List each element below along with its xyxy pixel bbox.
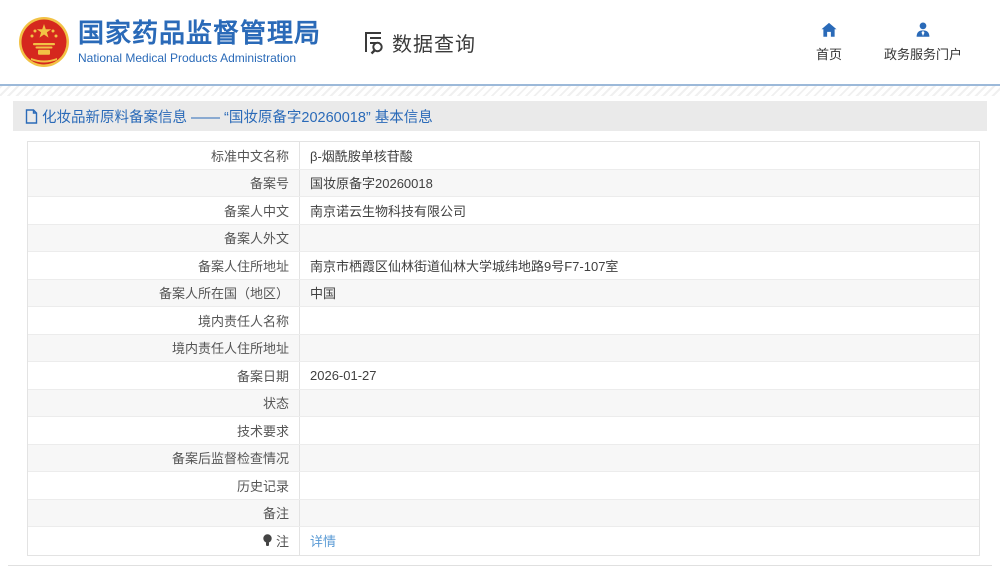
row-value bbox=[300, 500, 979, 527]
row-label: 备案人所在国（地区） bbox=[28, 279, 300, 306]
table-row: 备注 bbox=[28, 499, 979, 527]
row-value: 国妆原备字20260018 bbox=[310, 176, 433, 192]
row-label-text: 备案人住所地址 bbox=[197, 258, 289, 274]
row-label-text: 状态 bbox=[262, 396, 289, 412]
row-label-text: 注 bbox=[275, 534, 289, 550]
row-value: 2026-01-27 bbox=[310, 367, 377, 383]
page-title: 化妆品新原料备案信息 —— “国妆原备字20260018” 基本信息 bbox=[42, 109, 433, 126]
row-label: 注 bbox=[28, 527, 300, 555]
row-label-text: 备案人外文 bbox=[223, 231, 289, 247]
national-emblem-logo bbox=[19, 17, 69, 67]
table-row: 境内责任人名称 bbox=[28, 307, 979, 335]
row-label: 标准中文名称 bbox=[28, 142, 300, 169]
row-label: 技术要求 bbox=[28, 417, 300, 444]
home-icon bbox=[821, 22, 837, 37]
row-label-text: 备案日期 bbox=[236, 368, 289, 384]
row-value bbox=[300, 390, 979, 417]
table-row: 状态 bbox=[28, 389, 979, 417]
row-value bbox=[300, 417, 979, 444]
footer-divider bbox=[8, 564, 992, 566]
data-query-label: 数据查询 bbox=[392, 33, 477, 56]
row-label-text: 境内责任人名称 bbox=[197, 313, 289, 329]
row-label: 备注 bbox=[28, 499, 300, 526]
table-row: 备案人中文 南京诺云生物科技有限公司 bbox=[28, 197, 979, 225]
data-query-section[interactable]: 数据查询 bbox=[361, 28, 476, 57]
row-label-text: 备案号 bbox=[249, 176, 289, 192]
title-bar: 化妆品新原料备案信息 —— “国妆原备字20260018” 基本信息 bbox=[13, 101, 987, 131]
org-name-zh: 国家药品监督管理局 bbox=[78, 18, 322, 49]
row-label-text: 境内责任人住所地址 bbox=[171, 341, 289, 357]
nav-home-label: 首页 bbox=[815, 47, 842, 62]
table-row: 备案后监督检查情况 bbox=[28, 444, 979, 472]
row-value bbox=[300, 472, 979, 499]
row-value: 南京市栖霞区仙林街道仙林大学城纬地路9号F7-107室 bbox=[310, 258, 619, 274]
table-row: 历史记录 bbox=[28, 472, 979, 500]
row-value bbox=[300, 445, 979, 472]
row-label-text: 历史记录 bbox=[236, 478, 289, 494]
header-nav: 首页 政务服务门户 bbox=[816, 21, 962, 63]
row-label-text: 标准中文名称 bbox=[210, 148, 289, 164]
table-row: 标准中文名称 β-烟酰胺单核苷酸 bbox=[28, 142, 979, 170]
page-header: 国家药品监督管理局 National Medical Products Admi… bbox=[0, 0, 1000, 84]
nav-portal-label: 政务服务门户 bbox=[883, 47, 962, 62]
header-divider bbox=[0, 84, 1000, 96]
row-label: 境内责任人名称 bbox=[28, 307, 300, 334]
document-icon bbox=[25, 108, 38, 124]
row-value: 中国 bbox=[310, 286, 337, 302]
row-value: β-烟酰胺单核苷酸 bbox=[310, 148, 413, 164]
nav-home[interactable]: 首页 bbox=[816, 21, 842, 63]
table-row: 备案号 国妆原备字20260018 bbox=[28, 169, 979, 197]
row-value: 详情 bbox=[300, 527, 979, 555]
row-label: 备案人外文 bbox=[28, 224, 300, 251]
row-label: 备案人住所地址 bbox=[28, 252, 300, 279]
row-label: 备案日期 bbox=[28, 362, 300, 389]
table-row: 备案人外文 bbox=[28, 224, 979, 252]
detail-link[interactable]: 详情 bbox=[310, 531, 336, 550]
row-label-text: 备案人中文 bbox=[223, 203, 289, 219]
row-label-text: 备注 bbox=[262, 506, 289, 522]
row-label-text: 技术要求 bbox=[236, 423, 289, 439]
table-row: 备案日期 2026-01-27 bbox=[28, 362, 979, 390]
row-value: 南京诺云生物科技有限公司 bbox=[310, 203, 467, 219]
row-label-text: 备案后监督检查情况 bbox=[171, 451, 289, 467]
person-icon bbox=[916, 22, 930, 37]
table-row: 备案人所在国（地区） 中国 bbox=[28, 279, 979, 307]
org-titles: 国家药品监督管理局 National Medical Products Admi… bbox=[78, 18, 322, 65]
table-row: 境内责任人住所地址 bbox=[28, 334, 979, 362]
lightbulb-icon bbox=[263, 534, 272, 547]
document-search-icon bbox=[365, 32, 383, 55]
row-label-text: 备案人所在国（地区） bbox=[158, 286, 289, 302]
row-value bbox=[300, 335, 979, 362]
row-value bbox=[300, 307, 979, 334]
row-value bbox=[300, 225, 979, 252]
org-name-en: National Medical Products Administration bbox=[78, 50, 297, 65]
table-row: 注 详情 bbox=[28, 527, 979, 555]
table-row: 备案人住所地址 南京市栖霞区仙林街道仙林大学城纬地路9号F7-107室 bbox=[28, 252, 979, 280]
nav-portal[interactable]: 政务服务门户 bbox=[884, 21, 962, 63]
row-label: 状态 bbox=[28, 389, 300, 416]
row-label: 历史记录 bbox=[28, 472, 300, 499]
info-table: 标准中文名称 β-烟酰胺单核苷酸备案号 国妆原备字20260018 备案人中文 南京诺云… bbox=[27, 141, 980, 556]
row-label: 备案后监督检查情况 bbox=[28, 444, 300, 471]
row-label: 境内责任人住所地址 bbox=[28, 334, 300, 361]
row-label: 备案人中文 bbox=[28, 197, 300, 224]
row-label: 备案号 bbox=[28, 169, 300, 196]
table-row: 技术要求 bbox=[28, 417, 979, 445]
